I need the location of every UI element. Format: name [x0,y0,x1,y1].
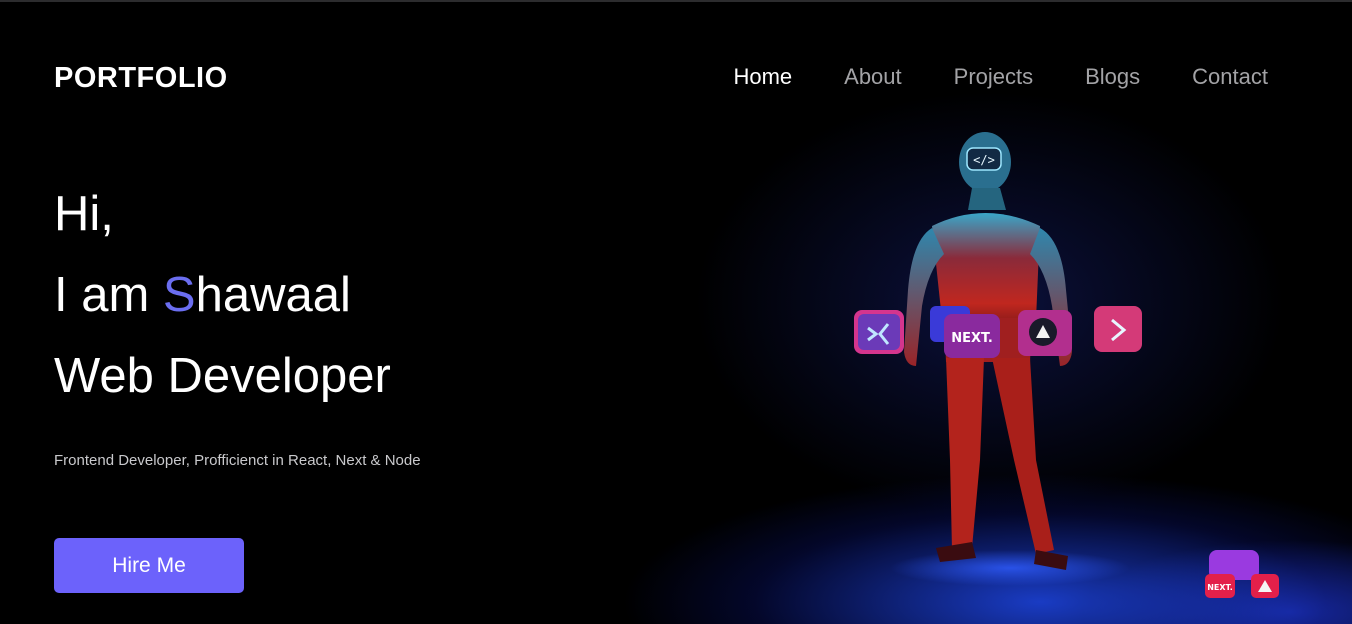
figure-left-arm [904,228,944,366]
hire-me-button[interactable]: Hire Me [54,538,244,593]
small-tech-cubes-illustration: NEXT. [1205,550,1279,598]
code-cube-icon [1094,306,1142,352]
main-nav: Home About Projects Blogs Contact [733,64,1268,90]
site-logo[interactable]: PORTFOLIO [54,62,228,95]
nextjs-cube-label: NEXT. [951,331,993,346]
hero-tagline: Frontend Developer, Profficienct in Reac… [54,452,421,469]
nav-contact-link[interactable]: Contact [1192,64,1268,90]
small-next-label: NEXT. [1207,583,1233,592]
developer-figure-illustration: </> NEXT. [854,132,1142,586]
nav-projects-link[interactable]: Projects [954,64,1033,90]
nav-home-link[interactable]: Home [733,64,792,90]
floor-shadow [890,550,1130,586]
figure-left-leg [946,358,984,550]
hero-intro: I am Shawaal [54,255,391,336]
figure-right-leg [992,358,1054,554]
nav-blogs-link[interactable]: Blogs [1085,64,1140,90]
hero-greeting: Hi, [54,187,114,241]
hero-name-initial: S [162,268,196,322]
hero-heading: Hi, I am Shawaal Web Developer [54,174,391,417]
portfolio-page: PORTFOLIO Home About Projects Blogs Cont… [0,0,1352,624]
hero-name-rest: hawaal [195,268,351,322]
hero-role: Web Developer [54,349,391,403]
head-code-glyph: </> [973,153,995,167]
hero-intro-prefix: I am [54,268,163,322]
nav-about-link[interactable]: About [844,64,902,90]
